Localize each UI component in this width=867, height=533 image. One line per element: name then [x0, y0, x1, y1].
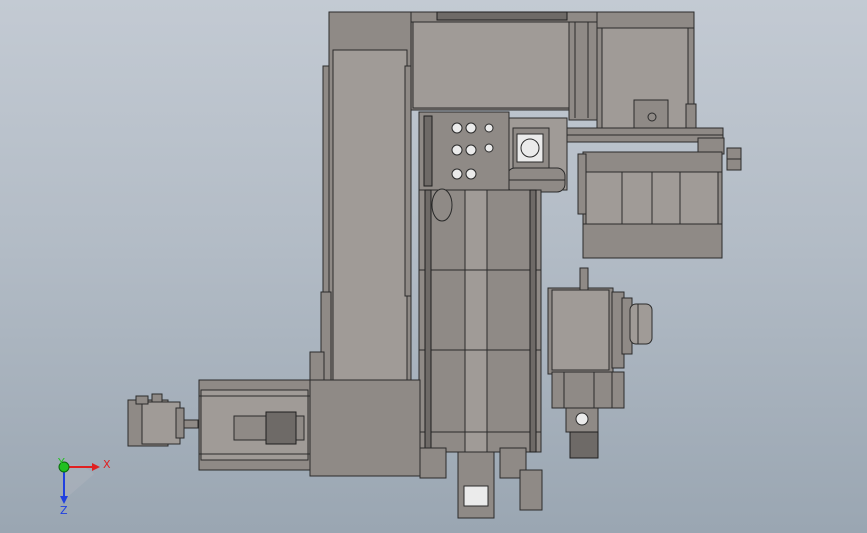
- bottom-gearbox[interactable]: [419, 447, 543, 519]
- model-drawing[interactable]: X Y Z: [0, 0, 867, 533]
- right-hanging-block[interactable]: [577, 151, 723, 259]
- vertical-column[interactable]: [320, 11, 412, 383]
- top-housing[interactable]: [410, 11, 598, 121]
- z-axis-label: Z: [60, 504, 68, 517]
- coordinate-triad: X Y Z: [57, 456, 111, 517]
- spindle-motor[interactable]: [547, 267, 653, 459]
- fitting-row-1: [451, 122, 494, 134]
- central-tower[interactable]: [418, 188, 542, 453]
- fittings-stack[interactable]: [418, 111, 510, 191]
- cad-viewport[interactable]: X Y Z: [0, 0, 867, 533]
- y-axis-label: Y: [57, 456, 65, 469]
- left-servo-motor[interactable]: [127, 393, 199, 447]
- x-axis-label: X: [103, 458, 111, 471]
- z-axis-arrow: [60, 496, 68, 504]
- x-axis-arrow: [92, 463, 100, 471]
- center-gearbox[interactable]: [506, 117, 568, 193]
